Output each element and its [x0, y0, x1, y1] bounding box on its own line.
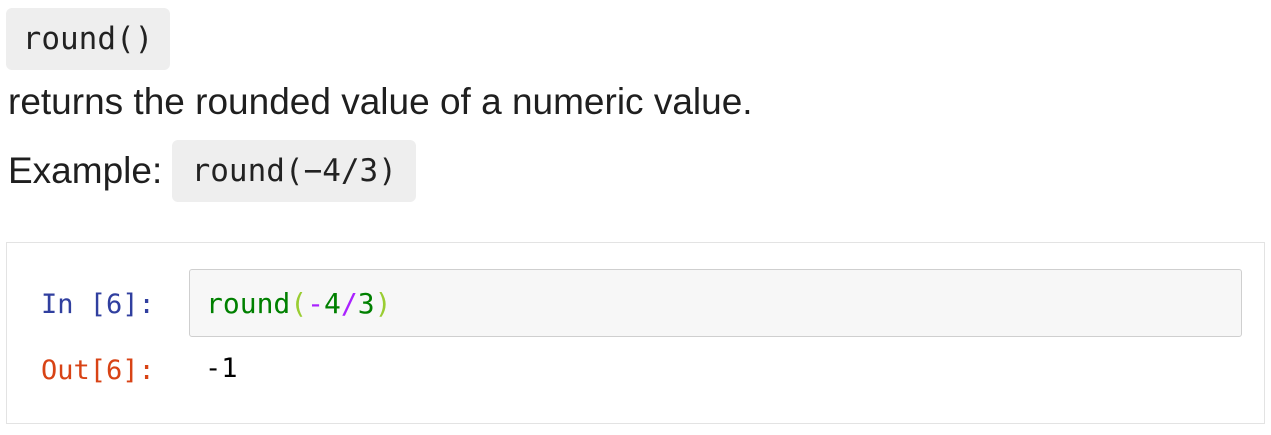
function-description: returns the rounded value of a numeric v… [8, 81, 753, 122]
notebook-cell[interactable]: In [6]: round(-4/3) Out[6]: -1 [6, 242, 1265, 424]
code-token-close-paren: ) [374, 286, 392, 320]
output-prompt: Out[6]: [41, 355, 155, 386]
cell-output: -1 [205, 353, 238, 384]
example-code: round(−4/3) [172, 140, 417, 202]
code-input-editor[interactable]: round(-4/3) [189, 269, 1242, 337]
code-token-slash: / [340, 286, 358, 320]
code-token-open-paren: ( [290, 286, 308, 320]
example-row: Example: round(−4/3) [8, 140, 417, 202]
example-label: Example: [8, 150, 163, 191]
code-token-minus: - [307, 286, 325, 320]
code-token-builtin: round [206, 286, 291, 320]
code-token-number: 4 [324, 286, 341, 320]
input-prompt: In [6]: [41, 289, 155, 320]
code-token-number: 3 [357, 286, 375, 320]
function-name-code: round() [6, 8, 170, 70]
